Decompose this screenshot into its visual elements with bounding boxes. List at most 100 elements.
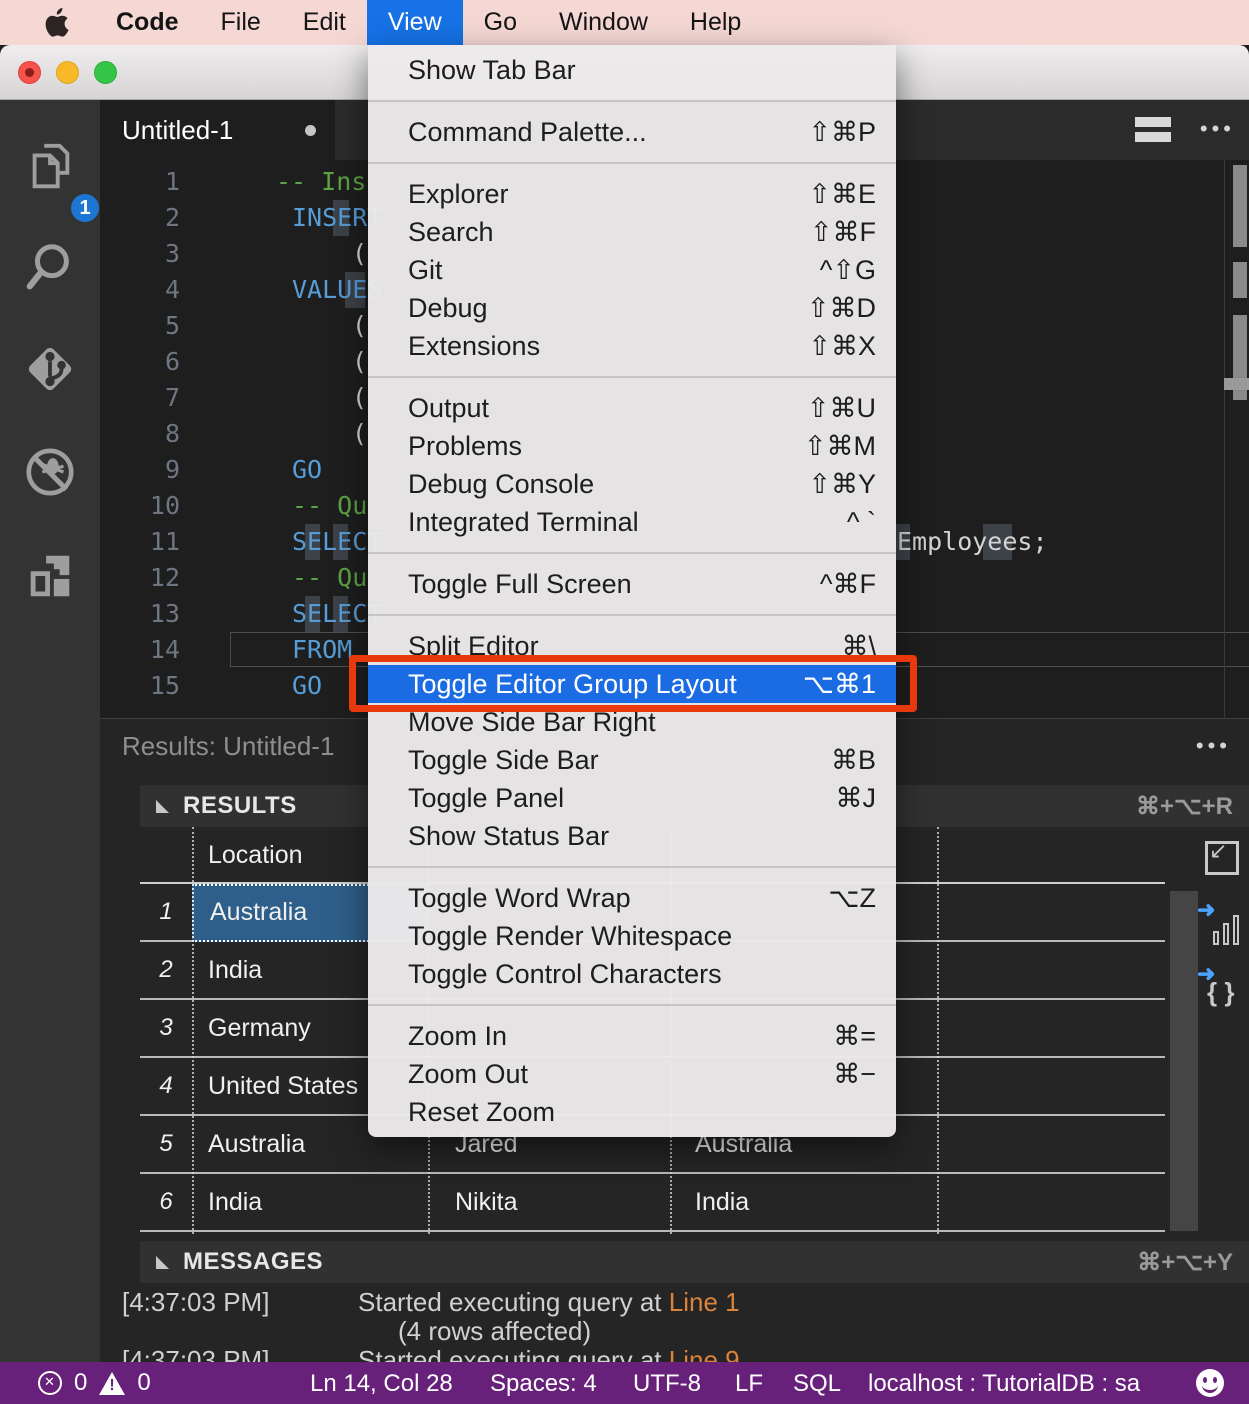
menu-item-zoom-out[interactable]: Zoom Out⌘− [368,1055,896,1093]
menubar-item-view[interactable]: View [367,0,463,45]
menu-item-shortcut: ⌘B [831,741,876,779]
export-chart-icon[interactable]: ➜ [1205,905,1245,945]
minimap-block[interactable] [1233,262,1247,298]
cell-location: Australia [210,898,307,927]
results-scrollbar[interactable] [1170,891,1198,1231]
menu-item-integrated-terminal[interactable]: Integrated Terminal^ ` [368,503,896,541]
status-encoding[interactable]: UTF-8 [633,1370,701,1398]
menubar-item-label: File [221,8,261,37]
cell-location-2: India [695,1188,749,1217]
menu-bar: Code File EditView Go Window Help [0,0,1249,45]
editor-more-actions-icon[interactable]: ••• [1200,116,1235,142]
menu-item-git[interactable]: Git^⇧G [368,251,896,289]
menu-item-shortcut: ⇧⌘M [804,427,876,465]
apple-menu[interactable] [0,0,95,45]
menubar-item-help[interactable]: Help [669,0,762,45]
line-number: 12 [100,560,180,596]
menu-item-label: Reset Zoom [408,1097,555,1127]
menu-item-label: Show Tab Bar [408,55,576,85]
menu-item-label: Toggle Panel [408,783,564,813]
menu-item-label: Output [408,393,489,423]
menubar-item-edit[interactable]: Edit [282,0,367,45]
maximize-panel-icon[interactable]: ↙ [1205,841,1239,875]
menu-item-toggle-side-bar[interactable]: Toggle Side Bar⌘B [368,741,896,779]
status-language-mode[interactable]: SQL [793,1370,841,1398]
menu-item-toggle-render-whitespace[interactable]: Toggle Render Whitespace [368,917,896,955]
menu-item-show-tab-bar[interactable]: Show Tab Bar [368,51,896,89]
menubar-item-code[interactable]: Code [95,0,200,45]
menu-item-command-palette[interactable]: Command Palette...⇧⌘P [368,113,896,151]
status-bar: 0 0 Ln 14, Col 28 Spaces: 4 UTF-8 LF SQL loca… [0,1362,1249,1404]
menu-item-label: Toggle Editor Group Layout [408,669,737,699]
menu-item-explorer[interactable]: Explorer⇧⌘E [368,175,896,213]
git-icon[interactable] [23,342,77,396]
message-time: [4:37:03 PM] [122,1345,269,1362]
status-eol[interactable]: LF [735,1370,763,1398]
menubar-item-go[interactable]: Go [463,0,538,45]
menu-item-label: Git [408,255,443,285]
menu-item-show-status-bar[interactable]: Show Status Bar [368,817,896,855]
line-number: 4 [100,272,180,308]
status-cursor-position[interactable]: Ln 14, Col 28 [310,1370,453,1398]
code-text: FROM [292,632,352,668]
collapse-triangle-icon [156,1256,169,1269]
menu-item-split-editor[interactable]: Split Editor⌘\ [368,627,896,665]
menubar-item-file[interactable]: File [200,0,282,45]
zoom-window-button[interactable] [94,61,117,84]
menu-item-label: Zoom Out [408,1059,528,1089]
column-separator[interactable] [192,827,194,1234]
status-connection[interactable]: localhost : TutorialDB : sa [868,1370,1140,1398]
panel-more-actions-icon[interactable]: ••• [1196,733,1231,759]
menu-item-toggle-word-wrap[interactable]: Toggle Word Wrap⌥Z [368,879,896,917]
debug-disabled-icon[interactable] [23,445,77,499]
menu-item-toggle-panel[interactable]: Toggle Panel⌘J [368,779,896,817]
messages-section-label: MESSAGES [183,1248,323,1276]
menubar-item-window[interactable]: Window [538,0,669,45]
export-json-icon[interactable]: ➜{ } [1205,969,1245,1009]
code-text: ( [352,380,367,416]
problems-indicator[interactable]: 0 0 [38,1362,151,1404]
menu-item-shortcut: ⇧⌘Y [808,465,876,503]
column-header-location: Location [208,841,303,870]
table-row[interactable]: 6IndiaNikitaIndia [140,1174,1165,1232]
tab-untitled-1[interactable]: Untitled-1 [100,100,335,160]
menubar-items: Code File EditView Go Window Help [95,0,762,45]
menubar-item-label: Window [559,8,648,37]
explorer-icon[interactable]: 1 [23,140,77,194]
menu-item-extensions[interactable]: Extensions⇧⌘X [368,327,896,365]
menu-separator [368,376,896,378]
code-text: -- Ins [276,164,366,200]
split-editor-icon[interactable] [1135,117,1171,143]
minimize-window-button[interactable] [56,61,79,84]
menu-item-search[interactable]: Search⇧⌘F [368,213,896,251]
status-indentation[interactable]: Spaces: 4 [490,1370,597,1398]
feedback-smiley-icon[interactable] [1196,1369,1224,1397]
menu-item-label: Debug [408,293,488,323]
menu-item-toggle-control-characters[interactable]: Toggle Control Characters [368,955,896,993]
menu-item-label: Toggle Full Screen [408,569,632,599]
message-line: [4:37:03 PM]Started executing query at L… [100,1287,1249,1317]
menu-item-move-side-bar-right[interactable]: Move Side Bar Right [368,703,896,741]
messages-section-header[interactable]: MESSAGES ⌘+⌥+Y [140,1241,1249,1283]
menu-item-problems[interactable]: Problems⇧⌘M [368,427,896,465]
menu-item-output[interactable]: Output⇧⌘U [368,389,896,427]
menu-item-debug-console[interactable]: Debug Console⇧⌘Y [368,465,896,503]
cell-location: Australia [208,1130,305,1159]
message-line-link[interactable]: Line 9 [669,1345,740,1362]
menu-item-toggle-full-screen[interactable]: Toggle Full Screen^⌘F [368,565,896,603]
menu-item-debug[interactable]: Debug⇧⌘D [368,289,896,327]
menubar-item-label: Go [484,8,517,37]
menu-item-label: Show Status Bar [408,821,609,851]
extensions-icon[interactable] [23,550,77,604]
column-separator[interactable] [937,827,939,1234]
search-icon[interactable] [23,240,77,294]
code-text: GO [292,668,322,704]
minimap-block[interactable] [1233,165,1247,247]
close-window-button[interactable] [18,61,41,84]
menu-item-zoom-in[interactable]: Zoom In⌘= [368,1017,896,1055]
code-text: -- Qu [292,560,367,596]
menu-item-reset-zoom[interactable]: Reset Zoom [368,1093,896,1131]
menu-item-toggle-editor-group-layout[interactable]: Toggle Editor Group Layout⌥⌘1 [368,665,896,703]
message-line-link[interactable]: Line 1 [669,1287,740,1317]
warning-count: 0 [137,1369,150,1397]
